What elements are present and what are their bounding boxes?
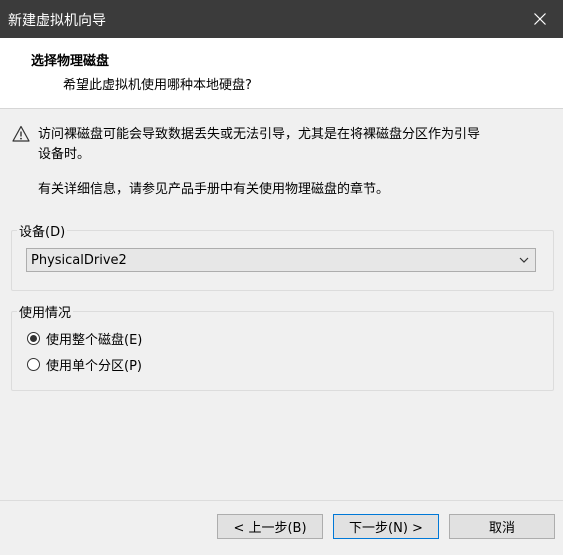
cancel-button[interactable]: 取消	[449, 514, 555, 539]
device-select[interactable]: PhysicalDrive2	[26, 248, 536, 272]
page-title: 选择物理磁盘	[31, 54, 110, 69]
chevron-down-icon	[519, 257, 529, 263]
radio-entire-disk[interactable]: 使用整个磁盘(E)	[27, 329, 143, 348]
next-button[interactable]: 下一步(N) >	[333, 514, 439, 539]
radio-single-partition[interactable]: 使用单个分区(P)	[27, 355, 142, 374]
close-icon	[534, 13, 546, 25]
wizard-dialog: 新建虚拟机向导 选择物理磁盘 希望此虚拟机使用哪种本地硬盘? 访问裸磁盘可能会导…	[0, 0, 563, 555]
radio-single-partition-label: 使用单个分区(P)	[46, 358, 142, 374]
radio-button-unchecked[interactable]	[27, 357, 40, 371]
wizard-header: 选择物理磁盘 希望此虚拟机使用哪种本地硬盘?	[0, 38, 563, 109]
window-title: 新建虚拟机向导	[8, 13, 106, 29]
warning-text: 访问裸磁盘可能会导致数据丢失或无法引导，尤其是在将裸磁盘分区作为引导 设备时。	[38, 125, 558, 165]
page-subtitle: 希望此虚拟机使用哪种本地硬盘?	[63, 78, 252, 93]
warning-line-2: 设备时。	[38, 147, 91, 162]
device-selected-value: PhysicalDrive2	[31, 253, 127, 268]
title-bar: 新建虚拟机向导	[0, 0, 563, 38]
device-label: 设备(D)	[17, 221, 68, 240]
usage-group	[11, 311, 554, 391]
usage-label: 使用情况	[17, 302, 74, 321]
radio-button-checked[interactable]	[27, 331, 40, 345]
radio-entire-disk-label: 使用整个磁盘(E)	[46, 332, 143, 348]
back-button[interactable]: < 上一步(B)	[217, 514, 323, 539]
warning-line-1: 访问裸磁盘可能会导致数据丢失或无法引导，尤其是在将裸磁盘分区作为引导	[38, 127, 481, 142]
info-text: 有关详细信息，请参见产品手册中有关使用物理磁盘的章节。	[38, 182, 390, 197]
warning-icon	[12, 125, 30, 142]
footer-divider	[0, 500, 563, 501]
close-button[interactable]	[517, 0, 563, 38]
